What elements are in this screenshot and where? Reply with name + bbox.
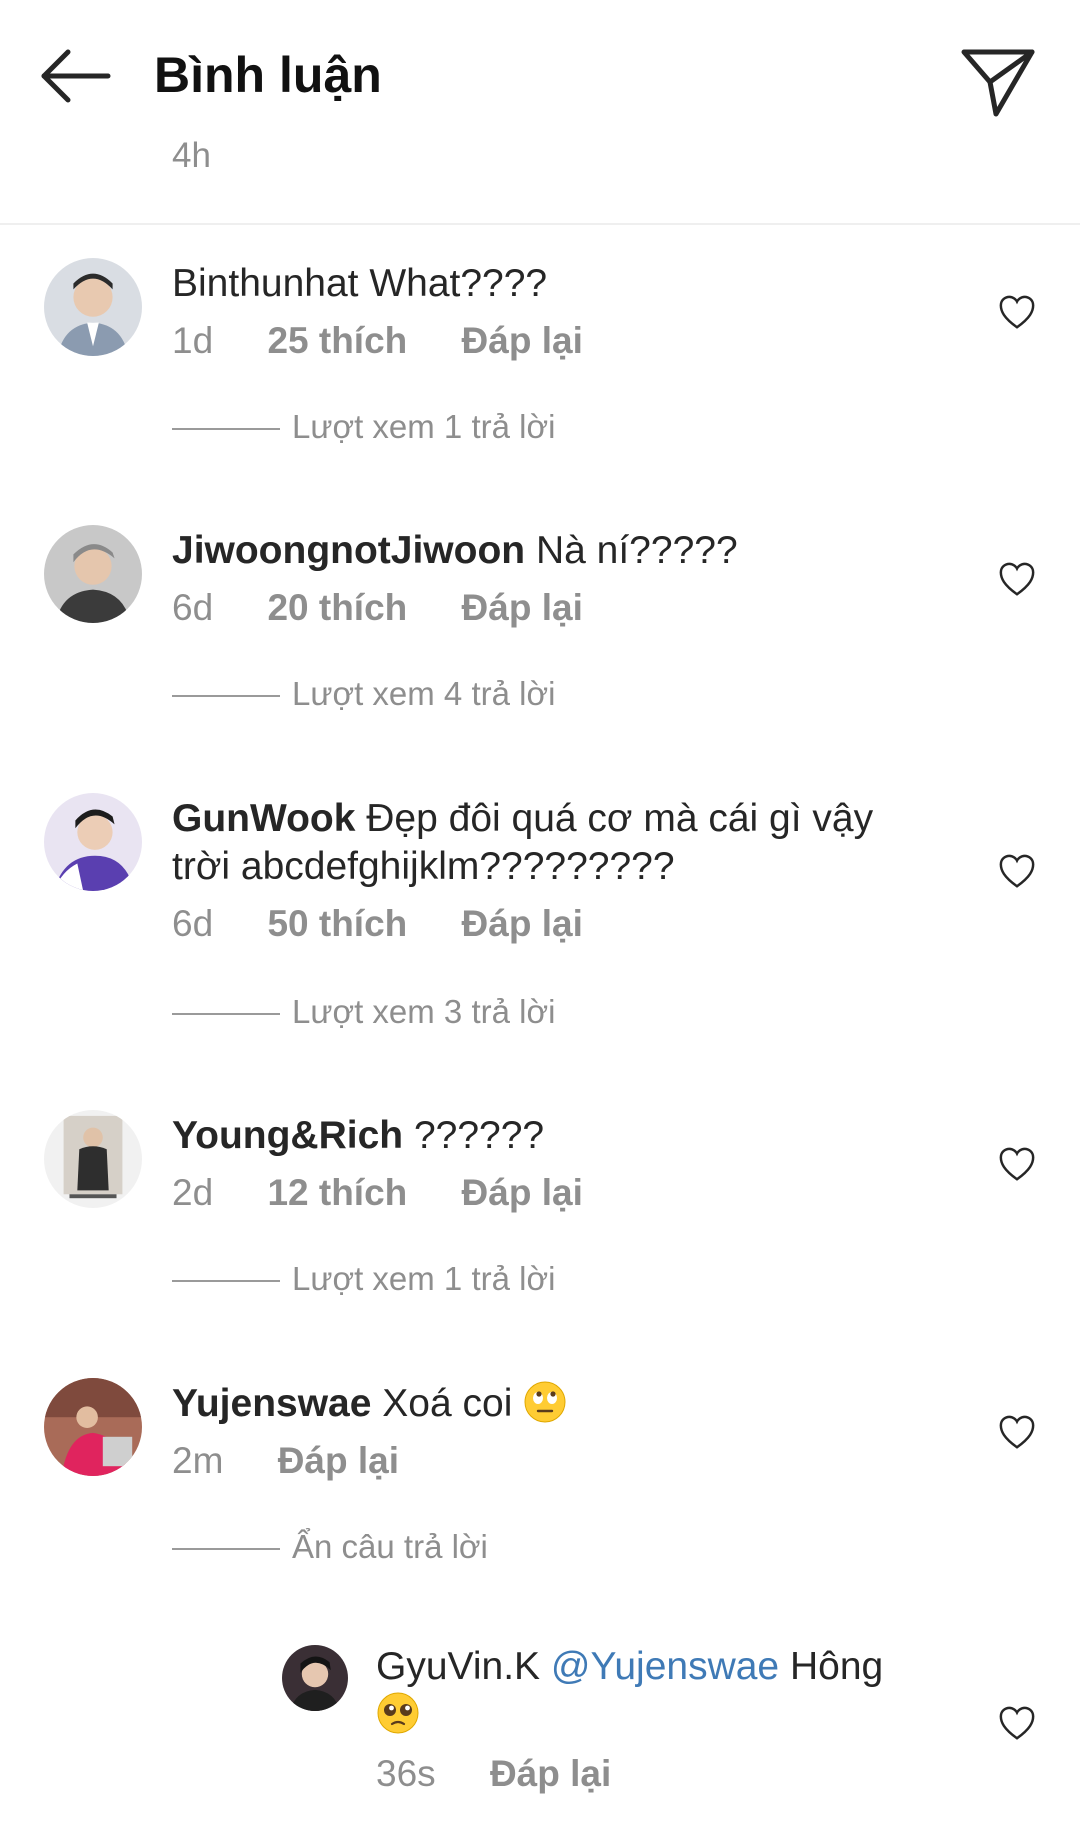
back-arrow-icon[interactable]: [38, 40, 118, 120]
heart-icon[interactable]: [998, 1146, 1036, 1184]
view-replies-label: Lượt xem 4 trả lời: [292, 675, 556, 712]
page-title: Bình luận: [154, 47, 382, 103]
heart-icon[interactable]: [998, 1414, 1036, 1452]
avatar[interactable]: [44, 525, 142, 623]
comment-username[interactable]: JiwoongnotJiwoon: [172, 529, 525, 572]
likes-count[interactable]: 50 thích: [267, 903, 407, 944]
avatar[interactable]: [282, 1645, 348, 1711]
comment-meta: 6d 50 thích Đáp lại: [172, 903, 627, 945]
view-replies-label: Lượt xem 1 trả lời: [292, 408, 556, 445]
view-replies-label: Lượt xem 1 trả lời: [292, 1260, 556, 1297]
reply-button[interactable]: Đáp lại: [462, 320, 583, 361]
reply-body: Hông: [789, 1645, 884, 1688]
reply-button[interactable]: Đáp lại: [462, 1172, 583, 1213]
post-timestamp: 4h: [172, 136, 211, 175]
view-replies-button[interactable]: Lượt xem 1 trả lời: [172, 1260, 555, 1298]
reply-time: 36s: [376, 1753, 436, 1794]
avatar[interactable]: [44, 1110, 142, 1208]
view-replies-button[interactable]: Lượt xem 3 trả lời: [172, 993, 555, 1031]
comment-text: Binthunhat What????: [172, 260, 932, 308]
comment-meta: 1d 25 thích Đáp lại: [172, 320, 627, 362]
comment-text: GunWook Đẹp đôi quá cơ mà cái gì vậy trờ…: [172, 795, 932, 891]
comment-time: 2m: [172, 1440, 224, 1481]
view-replies-button[interactable]: Lượt xem 4 trả lời: [172, 675, 555, 713]
comment-time: 1d: [172, 320, 214, 361]
likes-count[interactable]: 20 thích: [267, 587, 407, 628]
comment-body: Nà ní?????: [535, 529, 738, 572]
comment-time: 6d: [172, 903, 214, 944]
hide-replies-label: Ẩn câu trả lời: [292, 1528, 488, 1565]
replies-divider: [172, 1280, 280, 1283]
mention-link[interactable]: @Yujenswae: [551, 1645, 779, 1688]
view-replies-label: Lượt xem 3 trả lời: [292, 993, 556, 1030]
likes-count[interactable]: 25 thích: [267, 320, 407, 361]
comment-body: Xoá coi: [382, 1382, 513, 1425]
heart-icon[interactable]: [998, 294, 1036, 332]
comment-time: 2d: [172, 1172, 214, 1213]
reply-button[interactable]: Đáp lại: [490, 1753, 611, 1794]
view-replies-button[interactable]: Lượt xem 1 trả lời: [172, 408, 555, 446]
comment-text: Young&Rich ??????: [172, 1112, 932, 1160]
comment-meta: 6d 20 thích Đáp lại: [172, 587, 627, 629]
comment-time: 6d: [172, 587, 214, 628]
reply-username[interactable]: GyuVin.K: [376, 1645, 540, 1688]
comment-meta: 2m Đáp lại: [172, 1440, 443, 1482]
reply-meta: 36s Đáp lại: [376, 1753, 655, 1795]
reply-button[interactable]: Đáp lại: [278, 1440, 399, 1481]
replies-divider: [172, 695, 280, 698]
avatar[interactable]: [44, 1378, 142, 1476]
reply-button[interactable]: Đáp lại: [462, 903, 583, 944]
avatar[interactable]: [44, 258, 142, 356]
comment-username[interactable]: GunWook: [172, 797, 355, 840]
replies-divider: [172, 428, 280, 431]
replies-divider: [172, 1013, 280, 1016]
comment-body: ??????: [413, 1114, 545, 1157]
heart-icon[interactable]: [998, 561, 1036, 599]
comment-meta: 2d 12 thích Đáp lại: [172, 1172, 627, 1214]
avatar[interactable]: [44, 793, 142, 891]
comment-username[interactable]: Yujenswae: [172, 1382, 371, 1425]
reply-text: GyuVin.K @Yujenswae Hông: [376, 1643, 936, 1739]
comment-username[interactable]: Young&Rich: [172, 1114, 403, 1157]
comment-text: Yujenswae Xoá coi: [172, 1380, 932, 1428]
likes-count[interactable]: 12 thích: [267, 1172, 407, 1213]
heart-icon[interactable]: [998, 1705, 1036, 1743]
send-icon[interactable]: [956, 40, 1040, 124]
comment-text: JiwoongnotJiwoon Nà ní?????: [172, 527, 932, 575]
hide-replies-button[interactable]: Ẩn câu trả lời: [172, 1528, 488, 1566]
comment-body: Binthunhat What????: [172, 262, 548, 305]
header: Bình luận 4h: [0, 0, 1080, 224]
reply-button[interactable]: Đáp lại: [462, 587, 583, 628]
header-divider: [0, 223, 1080, 225]
eye-roll-emoji-icon: [523, 1380, 567, 1424]
heart-icon[interactable]: [998, 853, 1036, 891]
pleading-face-emoji-icon: [376, 1691, 420, 1735]
replies-divider: [172, 1548, 280, 1551]
